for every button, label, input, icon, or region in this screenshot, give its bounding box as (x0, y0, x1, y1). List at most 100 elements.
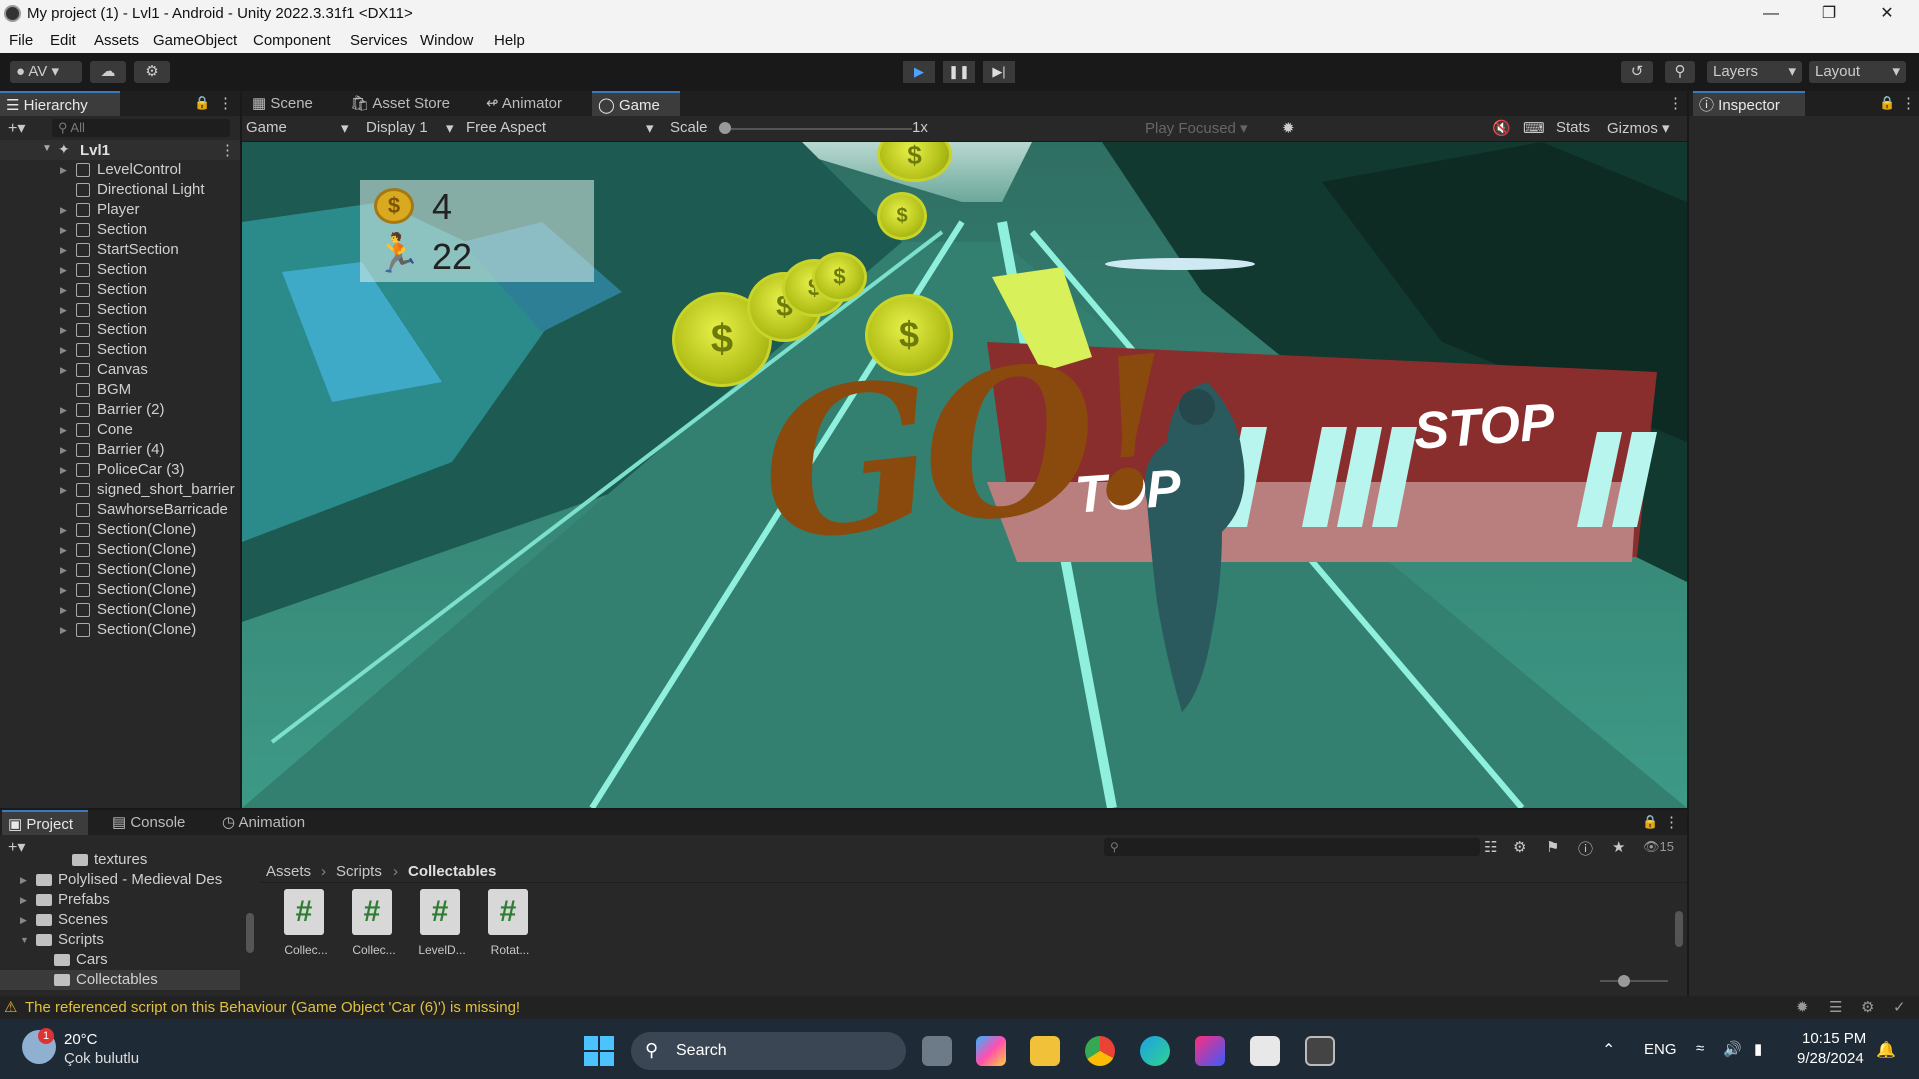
add-icon[interactable]: +▾ (8, 118, 25, 138)
project-folder-item[interactable]: ▶ Prefabs (0, 890, 240, 910)
bug-icon[interactable]: ✹ (1282, 119, 1295, 137)
scale-slider-handle[interactable] (719, 122, 731, 134)
hierarchy-item[interactable]: ▶ Section(Clone) (0, 520, 238, 540)
copilot-icon[interactable] (976, 1036, 1006, 1066)
tab-game[interactable]: ◯ Game (592, 91, 680, 116)
project-folder-item[interactable]: ▶ Scenes (0, 910, 240, 930)
clock-time[interactable]: 10:15 PM (1802, 1030, 1866, 1047)
gizmos-button[interactable]: Gizmos ▾ (1607, 119, 1670, 137)
lock-icon[interactable]: 🔒 (1879, 95, 1895, 111)
unity-editor-icon[interactable] (1305, 1036, 1335, 1066)
close-button[interactable]: ✕ (1859, 0, 1915, 28)
step-button[interactable]: ▶| (983, 61, 1015, 83)
more-icon[interactable]: ⋮ (1901, 94, 1916, 112)
hierarchy-item[interactable]: ▶ Section(Clone) (0, 620, 238, 640)
battery-icon[interactable]: ▮ (1754, 1040, 1762, 1058)
tab-project[interactable]: ▣ Project (2, 810, 88, 835)
expand-arrow-icon[interactable]: ▶ (20, 910, 27, 930)
hierarchy-item[interactable]: ▶ Canvas (0, 360, 238, 380)
menu-services[interactable]: Services (350, 32, 408, 49)
more-icon[interactable]: ⋮ (1664, 813, 1679, 831)
tab-hierarchy[interactable]: ☰ Hierarchy (0, 91, 120, 116)
layers-dropdown[interactable]: Layers ▾ (1707, 61, 1802, 83)
icon-size-slider[interactable] (1600, 980, 1668, 982)
tab-animator[interactable]: ↫ Animator (480, 91, 568, 116)
maximize-button[interactable]: ❐ (1801, 0, 1857, 28)
scale-slider-track[interactable] (722, 128, 912, 130)
hierarchy-item[interactable]: ▶ Section(Clone) (0, 560, 238, 580)
scene-row[interactable]: ▼ ✦ Lvl1 ⋮ (0, 140, 240, 160)
more-icon[interactable]: ⋮ (220, 141, 235, 159)
script-file[interactable]: # Collec... (276, 885, 336, 975)
pause-button[interactable]: ❚❚ (943, 61, 975, 83)
mute-icon[interactable]: 🔇 (1492, 119, 1511, 137)
menu-assets[interactable]: Assets (94, 32, 139, 49)
expand-arrow-icon[interactable]: ▶ (60, 360, 67, 380)
project-folder-item[interactable]: textures (0, 850, 240, 870)
menu-edit[interactable]: Edit (50, 32, 76, 49)
expand-arrow-icon[interactable]: ▶ (60, 280, 67, 300)
network-icon[interactable]: ⚙ (1861, 998, 1874, 1016)
expand-arrow-icon[interactable]: ▶ (60, 520, 67, 540)
hierarchy-item[interactable]: ▶ Section (0, 340, 238, 360)
expand-arrow-icon[interactable]: ▼ (20, 930, 29, 950)
play-focused-dropdown[interactable]: Play Focused ▾ (1145, 119, 1248, 137)
expand-arrow-icon[interactable]: ▶ (60, 620, 67, 640)
hierarchy-item[interactable]: ▶ PoliceCar (3) (0, 460, 238, 480)
unity-hub-icon[interactable] (1250, 1036, 1280, 1066)
windows-start-icon[interactable] (584, 1036, 614, 1066)
breadcrumb-scripts[interactable]: Scripts (336, 863, 382, 880)
more-icon[interactable]: ⋮ (1668, 94, 1683, 112)
hierarchy-search-input[interactable]: ⚲ All (52, 119, 230, 137)
expand-arrow-icon[interactable]: ▼ (42, 143, 52, 154)
breadcrumb-assets[interactable]: Assets (266, 863, 311, 880)
debug-icon[interactable]: ✹ (1796, 998, 1809, 1016)
layout-dropdown[interactable]: Layout ▾ (1809, 61, 1906, 83)
notifications-icon[interactable]: 🔔 (1876, 1040, 1896, 1060)
hierarchy-item[interactable]: ▶ Section (0, 260, 238, 280)
expand-arrow-icon[interactable]: ▶ (60, 340, 67, 360)
expand-arrow-icon[interactable]: ▶ (60, 580, 67, 600)
icon-size-slider-handle[interactable] (1618, 975, 1630, 987)
clock-date[interactable]: 9/28/2024 (1797, 1050, 1864, 1067)
tab-inspector[interactable]: ⓘ Inspector (1693, 91, 1805, 116)
file-explorer-icon[interactable] (1030, 1036, 1060, 1066)
play-button[interactable]: ▶ (903, 61, 935, 83)
project-folder-item[interactable]: Collectables (0, 970, 240, 990)
warning-filter-icon[interactable]: ⓘ (1578, 838, 1593, 859)
expand-arrow-icon[interactable]: ▶ (60, 200, 67, 220)
project-folder-item[interactable]: ▼ Scripts (0, 930, 240, 950)
status-message[interactable]: The referenced script on this Behaviour … (25, 999, 520, 1016)
lock-icon[interactable]: 🔒 (194, 95, 210, 111)
hierarchy-item[interactable]: BGM (0, 380, 238, 400)
minimize-button[interactable]: — (1743, 0, 1799, 28)
expand-arrow-icon[interactable]: ▶ (60, 440, 67, 460)
breadcrumb-collectables[interactable]: Collectables (408, 863, 496, 880)
hierarchy-item[interactable]: ▶ Section(Clone) (0, 580, 238, 600)
weather-desc[interactable]: Çok bulutlu (64, 1050, 139, 1067)
hierarchy-item[interactable]: SawhorseBarricade (0, 500, 238, 520)
weather-temp[interactable]: 20°C (64, 1031, 98, 1048)
keyboard-icon[interactable]: ⌨ (1523, 119, 1545, 137)
expand-arrow-icon[interactable]: ▶ (60, 320, 67, 340)
wifi-icon[interactable]: ≈ (1696, 1040, 1704, 1057)
expand-arrow-icon[interactable]: ▶ (20, 890, 27, 910)
hierarchy-item[interactable]: ▶ Barrier (4) (0, 440, 238, 460)
expand-arrow-icon[interactable]: ▶ (60, 480, 67, 500)
hidden-count[interactable]: 👁15 (1643, 839, 1674, 855)
chrome-icon[interactable] (1085, 1036, 1115, 1066)
hierarchy-item[interactable]: ▶ StartSection (0, 240, 238, 260)
files-scrollbar-thumb[interactable] (1675, 911, 1683, 947)
volume-icon[interactable]: 🔊 (1723, 1040, 1742, 1058)
tree-scrollbar[interactable] (244, 863, 254, 993)
check-icon[interactable]: ✓ (1893, 998, 1906, 1016)
expand-arrow-icon[interactable]: ▶ (60, 460, 67, 480)
game-view[interactable]: $ $ $ $ $ $ $ $ 4 🏃 22 TOP STOP GO! (242, 142, 1687, 808)
display-dropdown[interactable]: Display 1 ▾ (366, 119, 454, 137)
hierarchy-item[interactable]: ▶ Cone (0, 420, 238, 440)
expand-arrow-icon[interactable]: ▶ (60, 260, 67, 280)
tab-asset-store[interactable]: 🛍 Asset Store (344, 91, 456, 116)
hierarchy-item[interactable]: ▶ Section (0, 220, 238, 240)
menu-help[interactable]: Help (494, 32, 525, 49)
jetbrains-icon[interactable] (1195, 1036, 1225, 1066)
